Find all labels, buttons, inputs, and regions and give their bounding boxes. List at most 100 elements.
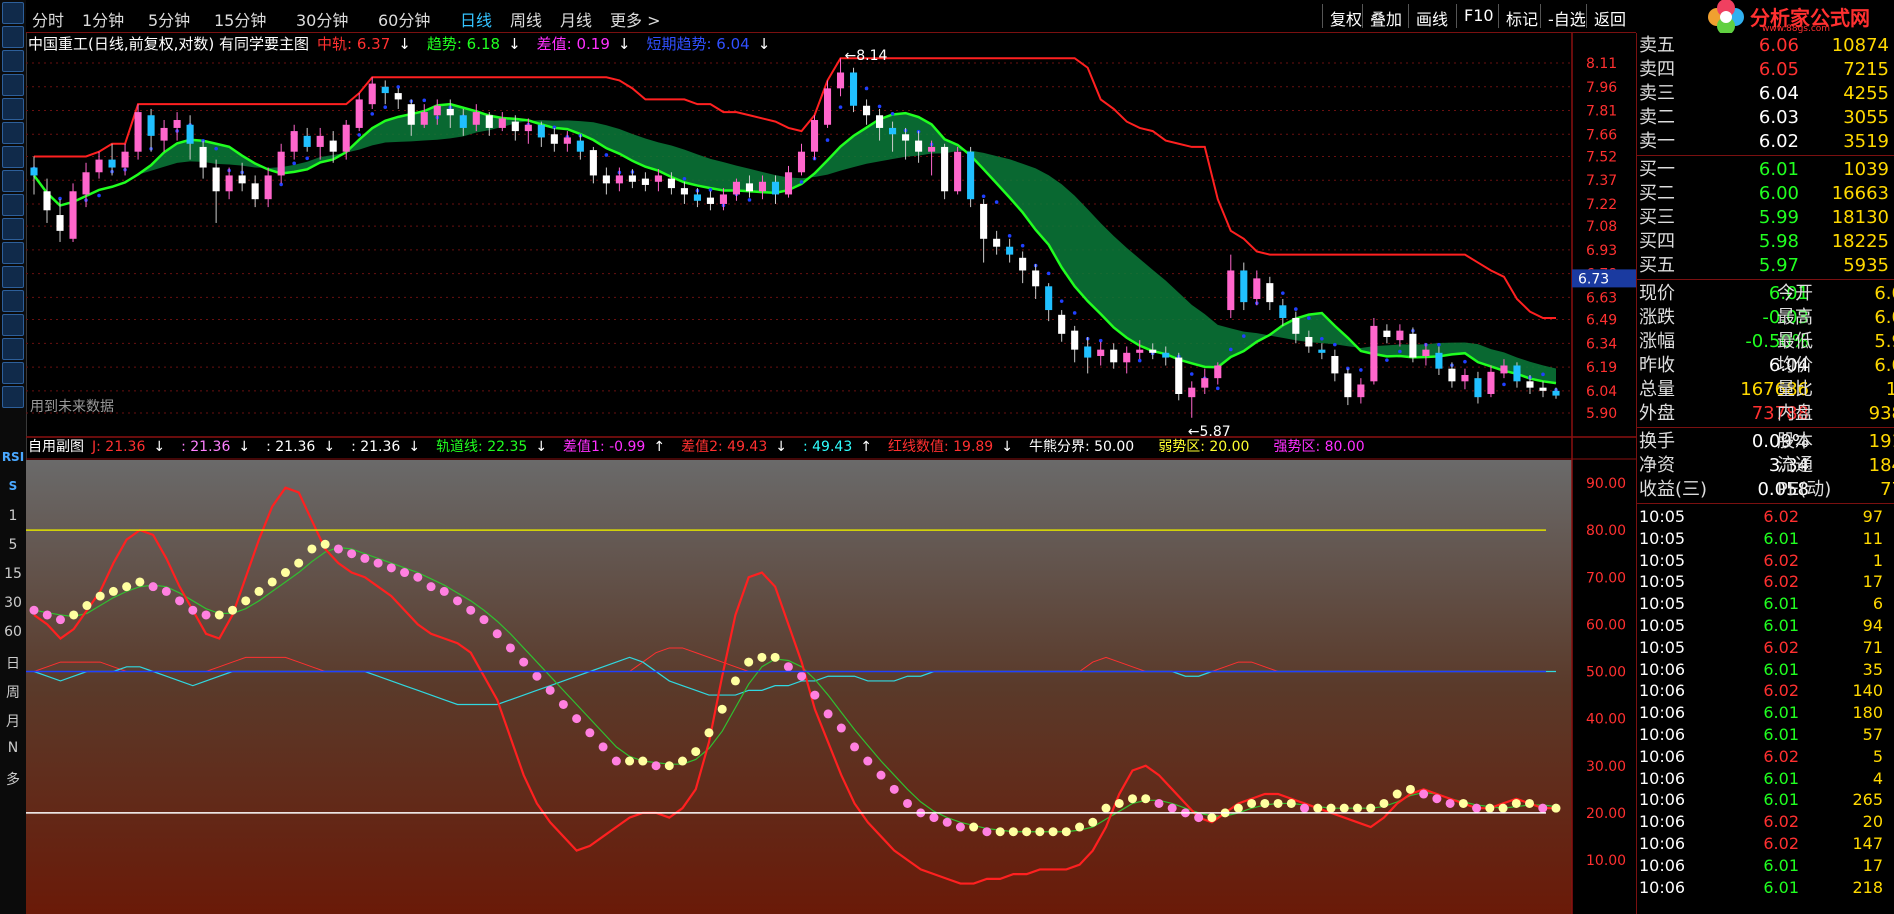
- period-tab[interactable]: 分时: [32, 7, 64, 31]
- k-dot: [175, 596, 185, 606]
- info-icon[interactable]: [2, 266, 24, 288]
- toolbar-button[interactable]: 返回: [1594, 6, 1626, 30]
- k-dot: [678, 756, 688, 766]
- period-tab[interactable]: 更多 >: [610, 7, 661, 31]
- fiz-icon[interactable]: [2, 314, 24, 336]
- left-tool-label[interactable]: 月: [0, 711, 26, 731]
- bid-volume: 18130: [1831, 207, 1889, 228]
- ask-row[interactable]: 卖三 6.04 4255: [1637, 82, 1894, 106]
- ask-row[interactable]: 卖五 6.06 10874: [1637, 34, 1894, 58]
- k-dot: [982, 827, 992, 837]
- candle: [537, 121, 545, 147]
- back-arrow-icon[interactable]: [2, 2, 24, 24]
- bid-row[interactable]: 买一 6.01 1039: [1637, 158, 1894, 182]
- period-tab[interactable]: 60分钟: [378, 7, 430, 31]
- left-tool-label[interactable]: S: [0, 479, 26, 493]
- k-dot: [691, 747, 701, 757]
- price-axis-label: 7.37: [1586, 173, 1617, 189]
- toolbar-button[interactable]: 复权: [1330, 6, 1362, 30]
- k-dot: [188, 605, 198, 615]
- forward-arrow-icon[interactable]: [2, 26, 24, 48]
- left-tool-label[interactable]: 30: [0, 595, 26, 611]
- left-tool-label[interactable]: 15: [0, 566, 26, 582]
- down-arrow-icon[interactable]: [2, 74, 24, 96]
- toolbar-button[interactable]: 标记: [1506, 6, 1538, 30]
- bid-volume: 18225: [1831, 231, 1889, 252]
- left-tool-label[interactable]: 1: [0, 508, 26, 524]
- short-trend-dot: [1541, 372, 1545, 377]
- k-dot: [823, 709, 833, 719]
- k-dot: [1286, 798, 1296, 808]
- k-dot: [1088, 817, 1098, 827]
- bid-row[interactable]: 买四 5.98 18225: [1637, 230, 1894, 254]
- price-axis-label: 5.90: [1586, 406, 1617, 422]
- list-icon[interactable]: [2, 218, 24, 240]
- grid-icon[interactable]: [2, 122, 24, 144]
- tick-trade-row: 10:05 6.02 17: [1637, 571, 1894, 593]
- period-tab[interactable]: 30分钟: [296, 7, 348, 31]
- left-tool-label[interactable]: 多: [0, 769, 26, 789]
- chart-canvas[interactable]: ←8.14←5.87用到未来数据8.117.967.817.667.527.37…: [26, 33, 1636, 914]
- candle: [1097, 341, 1105, 366]
- left-tool-label[interactable]: RSI: [0, 450, 26, 464]
- toolbar-button[interactable]: -自选: [1548, 6, 1586, 30]
- line-chart-icon[interactable]: [2, 146, 24, 168]
- toolbar-button[interactable]: F10: [1464, 6, 1494, 25]
- wave-icon[interactable]: [2, 386, 24, 408]
- sub-axis-label: 20.00: [1586, 806, 1626, 822]
- quote-info-label: 换手: [1639, 431, 1675, 452]
- bid-row[interactable]: 买三 5.99 18130: [1637, 206, 1894, 230]
- short-trend-dot: [1137, 358, 1142, 363]
- left-tool-label[interactable]: 周: [0, 682, 26, 702]
- layout-icon[interactable]: [2, 98, 24, 120]
- trade-volume: 20: [1862, 812, 1883, 832]
- trade-price: 6.02: [1763, 572, 1799, 592]
- left-tool-label[interactable]: 60: [0, 624, 26, 640]
- k-dot: [1366, 803, 1376, 813]
- ask-row[interactable]: 卖一 6.02 3519: [1637, 130, 1894, 154]
- tick-trade-row: 10:06 6.01 35: [1637, 659, 1894, 681]
- toolbar-button[interactable]: 叠加: [1370, 6, 1402, 30]
- high-price-label: ←8.14: [845, 48, 888, 64]
- period-tab[interactable]: 月线: [560, 7, 592, 31]
- candle: [30, 156, 38, 195]
- sub-axis-label: 70.00: [1586, 570, 1626, 586]
- bid-label: 买二: [1639, 183, 1675, 204]
- candle: [134, 104, 142, 160]
- k-dot: [320, 539, 330, 549]
- up-arrow-icon[interactable]: [2, 50, 24, 72]
- short-trend-dot: [799, 180, 804, 184]
- bid-row[interactable]: 买五 5.97 5935: [1637, 254, 1894, 278]
- ask-row[interactable]: 卖四 6.05 7215: [1637, 58, 1894, 82]
- k-dot: [1061, 827, 1071, 837]
- quote-info-row: 收益(三)0.058PE(动)77: [1637, 478, 1894, 502]
- short-trend-dot: [1281, 291, 1285, 295]
- sub-axis-label: 50.00: [1586, 665, 1626, 681]
- candle: [1266, 276, 1274, 311]
- bars-icon[interactable]: [2, 194, 24, 216]
- left-tool-label[interactable]: 5: [0, 537, 26, 553]
- left-tool-label[interactable]: N: [0, 740, 26, 756]
- period-tab[interactable]: 15分钟: [214, 7, 266, 31]
- left-tool-label[interactable]: 日: [0, 653, 26, 673]
- trade-time: 10:06: [1639, 790, 1686, 810]
- bid-row[interactable]: 买二 6.00 16663: [1637, 182, 1894, 206]
- circle-icon[interactable]: [2, 362, 24, 384]
- tick-trade-row: 10:06 6.02 147: [1637, 833, 1894, 855]
- period-tab[interactable]: 周线: [510, 7, 542, 31]
- k-dot: [929, 813, 939, 823]
- formula-icon[interactable]: [2, 338, 24, 360]
- candle: [615, 167, 623, 192]
- candle: [1240, 262, 1248, 311]
- quote-info-row: 净资3.34流通184: [1637, 454, 1894, 478]
- f10-icon[interactable]: [2, 242, 24, 264]
- period-tab[interactable]: 1分钟: [82, 7, 124, 31]
- k-dot: [453, 596, 463, 606]
- notes-icon[interactable]: [2, 290, 24, 312]
- period-tab[interactable]: 5分钟: [148, 7, 190, 31]
- period-tab[interactable]: 日线: [460, 7, 492, 31]
- candle-icon[interactable]: [2, 170, 24, 192]
- k-dot: [267, 577, 277, 587]
- ask-row[interactable]: 卖二 6.03 3055: [1637, 106, 1894, 130]
- toolbar-button[interactable]: 画线: [1416, 6, 1448, 30]
